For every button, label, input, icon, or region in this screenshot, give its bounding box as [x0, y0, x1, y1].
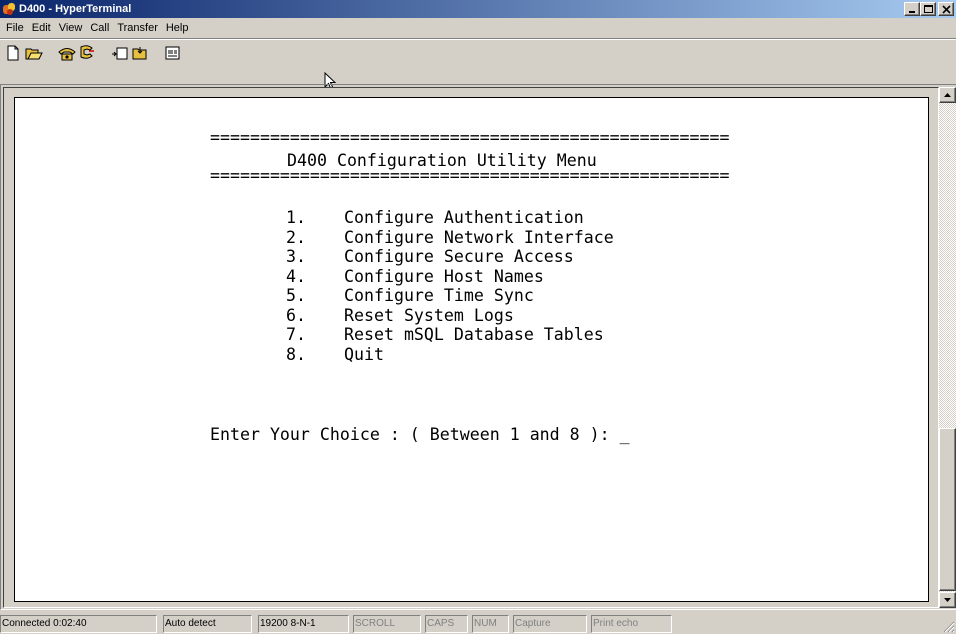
arrow-up-icon — [944, 93, 951, 97]
hyperterminal-app-icon[interactable] — [2, 2, 16, 16]
status-caps: CAPS — [425, 615, 468, 633]
scroll-up-button[interactable] — [939, 87, 956, 103]
menu-option-network-interface: Configure Network Interface — [344, 228, 614, 247]
menu-option-number: 7. — [286, 325, 306, 344]
status-auto-detect: Auto detect — [163, 615, 252, 633]
close-icon — [942, 5, 951, 14]
menu-option-reset-logs: Reset System Logs — [344, 306, 514, 325]
send-file-icon — [112, 47, 128, 60]
menu-option-number: 4. — [286, 267, 306, 286]
properties-button[interactable] — [162, 44, 182, 63]
receive-button[interactable] — [129, 44, 149, 63]
maximize-button[interactable] — [920, 2, 936, 16]
menu-option-quit: Quit — [344, 345, 384, 364]
menu-edit[interactable]: Edit — [28, 20, 55, 37]
vertical-scrollbar[interactable] — [939, 87, 956, 608]
status-num: NUM — [472, 615, 509, 633]
resize-grip-icon[interactable] — [943, 621, 955, 633]
minimize-icon — [909, 11, 915, 13]
choice-prompt: Enter Your Choice : ( Between 1 and 8 ):… — [210, 425, 630, 444]
menu-separator-bottom: ========================================… — [210, 166, 730, 185]
menu-file[interactable]: File — [2, 20, 28, 37]
new-connection-button[interactable] — [3, 44, 23, 63]
new-document-icon — [7, 45, 19, 61]
toolbar — [0, 40, 956, 82]
menu-option-number: 6. — [286, 306, 306, 325]
menu-option-number: 5. — [286, 286, 306, 305]
phone-icon — [58, 48, 76, 61]
menu-transfer[interactable]: Transfer — [113, 20, 162, 37]
menu-option-number: 8. — [286, 345, 306, 364]
close-button[interactable] — [938, 2, 954, 16]
arrow-down-icon — [944, 598, 951, 602]
call-button[interactable] — [56, 44, 76, 63]
status-port-settings: 19200 8-N-1 — [258, 615, 349, 633]
menu-option-authentication: Configure Authentication — [344, 208, 584, 227]
status-scroll: SCROLL — [353, 615, 421, 633]
scroll-down-button[interactable] — [939, 592, 956, 608]
title-bar[interactable]: D400 - HyperTerminal — [0, 0, 956, 18]
open-button[interactable] — [23, 44, 43, 63]
menu-call[interactable]: Call — [86, 20, 113, 37]
status-connected: Connected 0:02:40 — [0, 615, 157, 633]
status-capture: Capture — [513, 615, 587, 633]
menu-view[interactable]: View — [55, 20, 87, 37]
menu-option-reset-msql: Reset mSQL Database Tables — [344, 325, 604, 344]
menu-option-number: 1. — [286, 208, 306, 227]
menu-separator-top: ========================================… — [210, 128, 730, 147]
hang-up-icon — [80, 45, 94, 59]
minimize-button[interactable] — [904, 2, 920, 16]
scroll-thumb[interactable] — [939, 428, 956, 591]
status-print-echo: Print echo — [591, 615, 672, 633]
menu-option-number: 3. — [286, 247, 306, 266]
window-title: D400 - HyperTerminal — [19, 3, 132, 15]
menu-option-time-sync: Configure Time Sync — [344, 286, 534, 305]
menu-option-host-names: Configure Host Names — [344, 267, 544, 286]
open-folder-icon — [25, 48, 43, 60]
menu-option-number: 2. — [286, 228, 306, 247]
terminal-area[interactable]: ========================================… — [3, 87, 939, 608]
menu-help[interactable]: Help — [162, 20, 193, 37]
maximize-icon — [924, 5, 933, 13]
send-button[interactable] — [109, 44, 129, 63]
menu-bar: File Edit View Call Transfer Help — [0, 19, 956, 38]
receive-file-icon — [132, 47, 147, 60]
properties-icon — [165, 46, 180, 60]
status-bar: Connected 0:02:40 Auto detect 19200 8-N-… — [0, 612, 956, 634]
menu-option-secure-access: Configure Secure Access — [344, 247, 574, 266]
disconnect-button[interactable] — [76, 44, 96, 63]
terminal-screen[interactable]: ========================================… — [14, 97, 929, 602]
